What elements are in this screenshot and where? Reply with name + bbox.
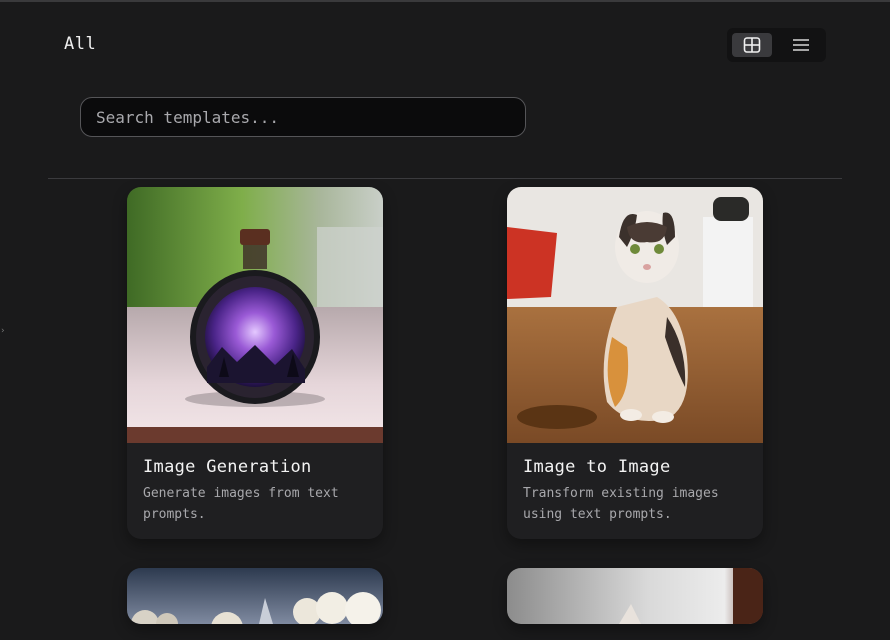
search-box	[80, 97, 526, 137]
search-input[interactable]	[94, 106, 518, 128]
grid-icon	[743, 37, 761, 53]
scroll-indicator: ›	[0, 326, 6, 336]
divider	[48, 178, 842, 179]
card-thumbnail-cat	[507, 187, 763, 443]
category-title: All	[64, 34, 97, 54]
template-card-image-to-image[interactable]: Image to Image Transform existing images…	[507, 187, 763, 539]
template-card-partial[interactable]	[507, 568, 763, 624]
view-toggle	[727, 28, 826, 62]
card-title: Image to Image	[523, 457, 671, 477]
window-top-border	[0, 0, 890, 2]
template-card-partial[interactable]	[127, 568, 383, 624]
card-description: Generate images from text prompts.	[143, 486, 339, 522]
card-title: Image Generation	[143, 457, 312, 477]
grid-view-button[interactable]	[732, 33, 772, 57]
card-thumbnail-room	[507, 568, 763, 624]
card-thumbnail-clouds	[127, 568, 383, 624]
list-icon	[793, 39, 809, 51]
card-thumbnail-bottle	[127, 187, 383, 443]
template-card-image-generation[interactable]: Image Generation Generate images from te…	[127, 187, 383, 539]
card-description: Transform existing images using text pro…	[523, 486, 719, 522]
list-view-button[interactable]	[781, 33, 821, 57]
